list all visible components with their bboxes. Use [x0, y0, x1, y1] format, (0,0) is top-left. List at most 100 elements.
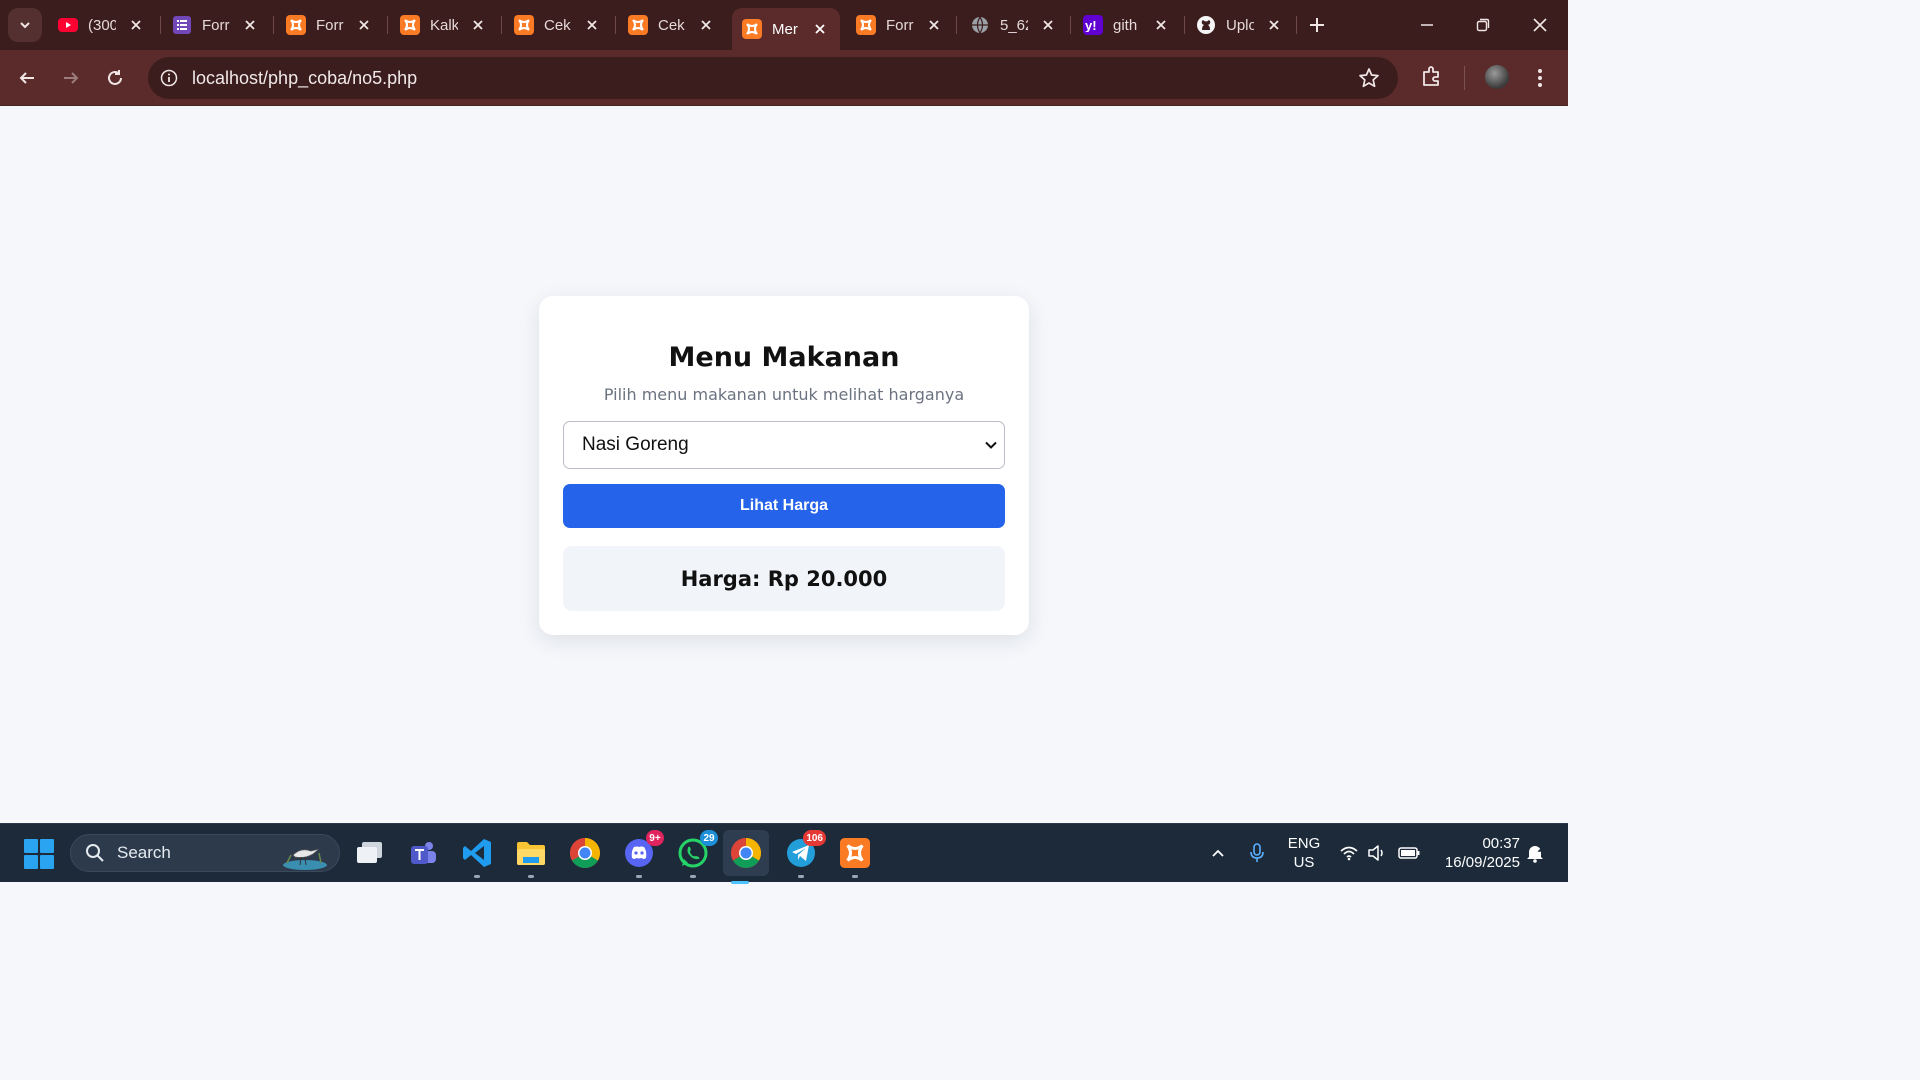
- microphone-icon[interactable]: [1246, 842, 1268, 864]
- menu-select[interactable]: Nasi Goreng: [563, 421, 1005, 469]
- running-indicator: [852, 875, 858, 878]
- browser-toolbar: localhost/php_coba/no5.php: [0, 50, 1568, 106]
- file-explorer-icon[interactable]: [514, 836, 548, 878]
- windows-start-button[interactable]: [24, 839, 54, 869]
- clock-time: 00:37: [1482, 835, 1520, 852]
- task-view-icon[interactable]: [352, 836, 386, 870]
- running-indicator: [690, 875, 696, 878]
- clock-date: 16/09/2025: [1444, 854, 1520, 871]
- back-button[interactable]: [11, 62, 43, 94]
- running-indicator: [798, 875, 804, 878]
- whatsapp-icon[interactable]: 29: [676, 830, 718, 878]
- windows-logo-tile: [24, 855, 38, 869]
- taskbar-search[interactable]: Search: [70, 834, 340, 872]
- arrow-left-icon: [19, 72, 34, 84]
- xampp-icon: [400, 15, 420, 35]
- close-icon[interactable]: [356, 17, 372, 33]
- restore-button[interactable]: [1468, 10, 1498, 40]
- chevron-down-icon: [20, 22, 30, 29]
- chrome-icon[interactable]: [568, 836, 602, 870]
- notifications-icon[interactable]: [1524, 842, 1546, 864]
- battery-icon[interactable]: [1398, 842, 1420, 864]
- close-icon[interactable]: [1040, 17, 1056, 33]
- browser-tab[interactable]: Forr: [276, 8, 372, 42]
- close-icon[interactable]: [812, 21, 828, 37]
- tab-title: (300: [88, 16, 116, 34]
- menu-card: Menu Makanan Pilih menu makanan untuk me…: [539, 296, 1029, 635]
- reload-button[interactable]: [99, 62, 131, 94]
- chevron-down-icon: [985, 441, 997, 449]
- minimize-icon: [1421, 24, 1433, 26]
- tab-title: Forr: [316, 16, 344, 34]
- discord-icon[interactable]: 9+: [622, 830, 664, 878]
- vscode-icon[interactable]: [460, 836, 494, 878]
- browser-tab[interactable]: Cek: [618, 8, 714, 42]
- browser-tab[interactable]: 5_62: [960, 8, 1056, 42]
- restore-icon: [1476, 18, 1490, 32]
- search-icon: [86, 844, 104, 862]
- address-bar[interactable]: localhost/php_coba/no5.php: [148, 57, 1398, 99]
- notification-badge: 9+: [646, 830, 664, 846]
- browser-tab[interactable]: Cek: [504, 8, 600, 42]
- close-window-button[interactable]: [1525, 10, 1555, 40]
- close-icon[interactable]: [1266, 17, 1282, 33]
- close-icon[interactable]: [926, 17, 942, 33]
- language-code: ENG: [1287, 835, 1321, 852]
- taskbar-clock[interactable]: 00:37 16/09/2025: [1430, 834, 1520, 872]
- browser-tab[interactable]: Uplo: [1186, 8, 1282, 42]
- tab-divider: [273, 16, 274, 34]
- yahoo-icon: y!: [1083, 15, 1103, 35]
- site-info-icon[interactable]: [158, 67, 180, 89]
- globe-icon: [970, 15, 990, 35]
- browser-tab[interactable]: Forr: [846, 8, 942, 42]
- chevron-up-icon[interactable]: [1207, 842, 1229, 864]
- active-indicator: [731, 881, 749, 884]
- tab-search-button[interactable]: [8, 8, 42, 42]
- tab-title: Forr: [202, 16, 230, 34]
- browser-tab[interactable]: y! gith: [1073, 8, 1169, 42]
- windows-logo-tile: [40, 855, 54, 869]
- svg-text:y!: y!: [1085, 18, 1097, 32]
- close-icon[interactable]: [698, 17, 714, 33]
- extensions-icon[interactable]: [1420, 64, 1446, 90]
- profile-avatar[interactable]: [1485, 65, 1509, 89]
- url-text[interactable]: localhost/php_coba/no5.php: [192, 68, 417, 89]
- close-icon[interactable]: [242, 17, 258, 33]
- tab-title: Cek: [658, 16, 685, 34]
- plus-icon: [1310, 18, 1324, 32]
- windows-logo-tile: [24, 839, 38, 853]
- reload-icon: [108, 70, 122, 85]
- chrome-active-icon[interactable]: [723, 830, 769, 884]
- new-tab-button[interactable]: [1304, 12, 1330, 38]
- close-icon[interactable]: [1153, 17, 1169, 33]
- input-language-indicator[interactable]: ENG US: [1284, 834, 1324, 872]
- telegram-icon[interactable]: 106: [784, 830, 826, 878]
- page-title: Menu Makanan: [668, 342, 900, 373]
- minimize-button[interactable]: [1412, 10, 1442, 40]
- xampp-icon: [742, 19, 762, 39]
- teams-icon[interactable]: [406, 836, 440, 870]
- bookmark-star-icon[interactable]: [1358, 67, 1380, 89]
- menu-button[interactable]: [1530, 64, 1550, 92]
- view-price-button[interactable]: Lihat Harga: [563, 484, 1005, 528]
- volume-icon[interactable]: [1366, 842, 1388, 864]
- google-forms-icon: [172, 15, 192, 35]
- forward-button[interactable]: [55, 62, 87, 94]
- tab-title: 5_62: [1000, 16, 1028, 34]
- browser-tab[interactable]: (300: [48, 8, 144, 42]
- browser-tab[interactable]: Kalk: [390, 8, 486, 42]
- menu-select-value: Nasi Goreng: [582, 434, 689, 455]
- arrow-right-icon: [64, 72, 79, 84]
- close-icon[interactable]: [584, 17, 600, 33]
- more-vertical-icon: [1538, 69, 1542, 87]
- wifi-icon[interactable]: [1338, 842, 1360, 864]
- browser-tab[interactable]: Forr: [162, 8, 258, 42]
- close-icon[interactable]: [470, 17, 486, 33]
- browser-tab-active[interactable]: Mer: [732, 8, 840, 50]
- close-icon[interactable]: [128, 17, 144, 33]
- xampp-icon[interactable]: [838, 836, 872, 878]
- tab-divider: [387, 16, 388, 34]
- xampp-icon: [514, 15, 534, 35]
- tab-divider: [615, 16, 616, 34]
- xampp-icon: [856, 15, 876, 35]
